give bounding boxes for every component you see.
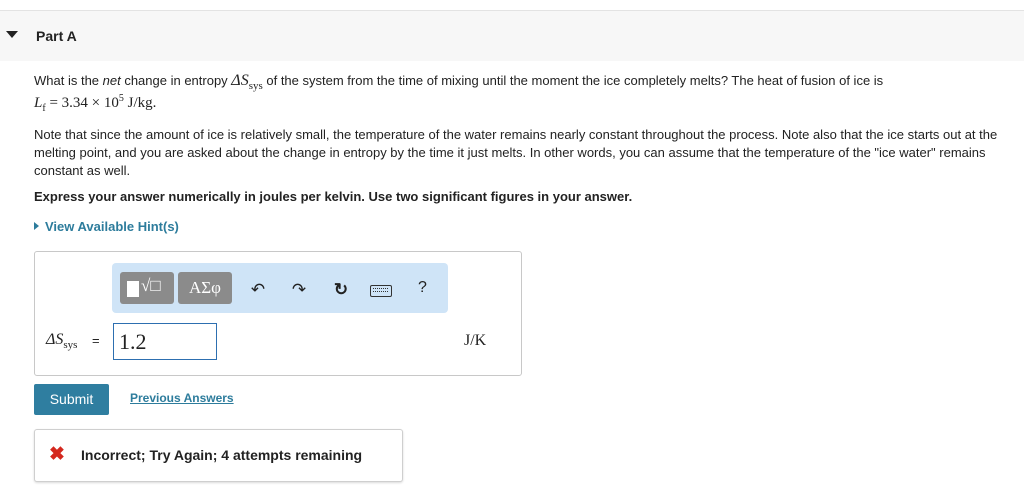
heat-of-fusion-formula: Lf = 3.34 × 105 J/kg.	[34, 93, 156, 114]
reset-icon[interactable]: ↻	[330, 279, 352, 301]
formula-eq: = 3.34 × 10	[45, 95, 119, 111]
keyboard-icon[interactable]	[370, 285, 392, 297]
hint-caret-icon	[34, 222, 39, 230]
previous-answers-link[interactable]: Previous Answers	[130, 391, 234, 405]
templates-icon: √□	[141, 276, 161, 295]
answer-input[interactable]	[113, 323, 217, 360]
templates-square-icon	[127, 281, 139, 297]
question-mid: change in entropy	[120, 73, 232, 88]
answer-instruction: Express your answer numerically in joule…	[34, 189, 633, 204]
part-title[interactable]: Part A	[36, 28, 77, 44]
undo-icon[interactable]: ↶	[247, 279, 269, 301]
view-hints-link[interactable]: View Available Hint(s)	[34, 219, 179, 234]
entropy-symbol: ΔSsys	[231, 72, 263, 93]
submit-button[interactable]: Submit	[34, 384, 109, 415]
redo-icon[interactable]: ↷	[288, 279, 310, 301]
feedback-text: Incorrect; Try Again; 4 attempts remaini…	[81, 447, 363, 463]
answer-units: J/K	[464, 332, 487, 349]
answer-variable-main: ΔS	[46, 331, 64, 348]
answer-variable-sub: sys	[63, 339, 78, 352]
collapse-caret-icon[interactable]	[6, 31, 18, 38]
view-hints-label: View Available Hint(s)	[45, 219, 179, 234]
part-header[interactable]	[0, 11, 1024, 61]
entropy-symbol-main: ΔS	[231, 72, 249, 89]
question-emphasis: net	[102, 73, 121, 88]
incorrect-x-icon: ✖	[49, 444, 65, 465]
question-text: What is the net change in entropy ΔSsys …	[34, 72, 1014, 95]
entropy-symbol-sub: sys	[248, 80, 263, 93]
note-text: Note that since the amount of ice is rel…	[34, 127, 998, 178]
equals-sign: =	[92, 333, 100, 348]
question-intro: What is the	[34, 73, 103, 88]
answer-variable-label: ΔSsys	[46, 331, 77, 351]
greek-symbols-button[interactable]: ΑΣφ	[178, 272, 232, 304]
help-icon[interactable]: ?	[418, 279, 427, 297]
question-rest: of the system from the time of mixing un…	[262, 73, 884, 88]
formula-units: J/kg.	[123, 95, 157, 111]
